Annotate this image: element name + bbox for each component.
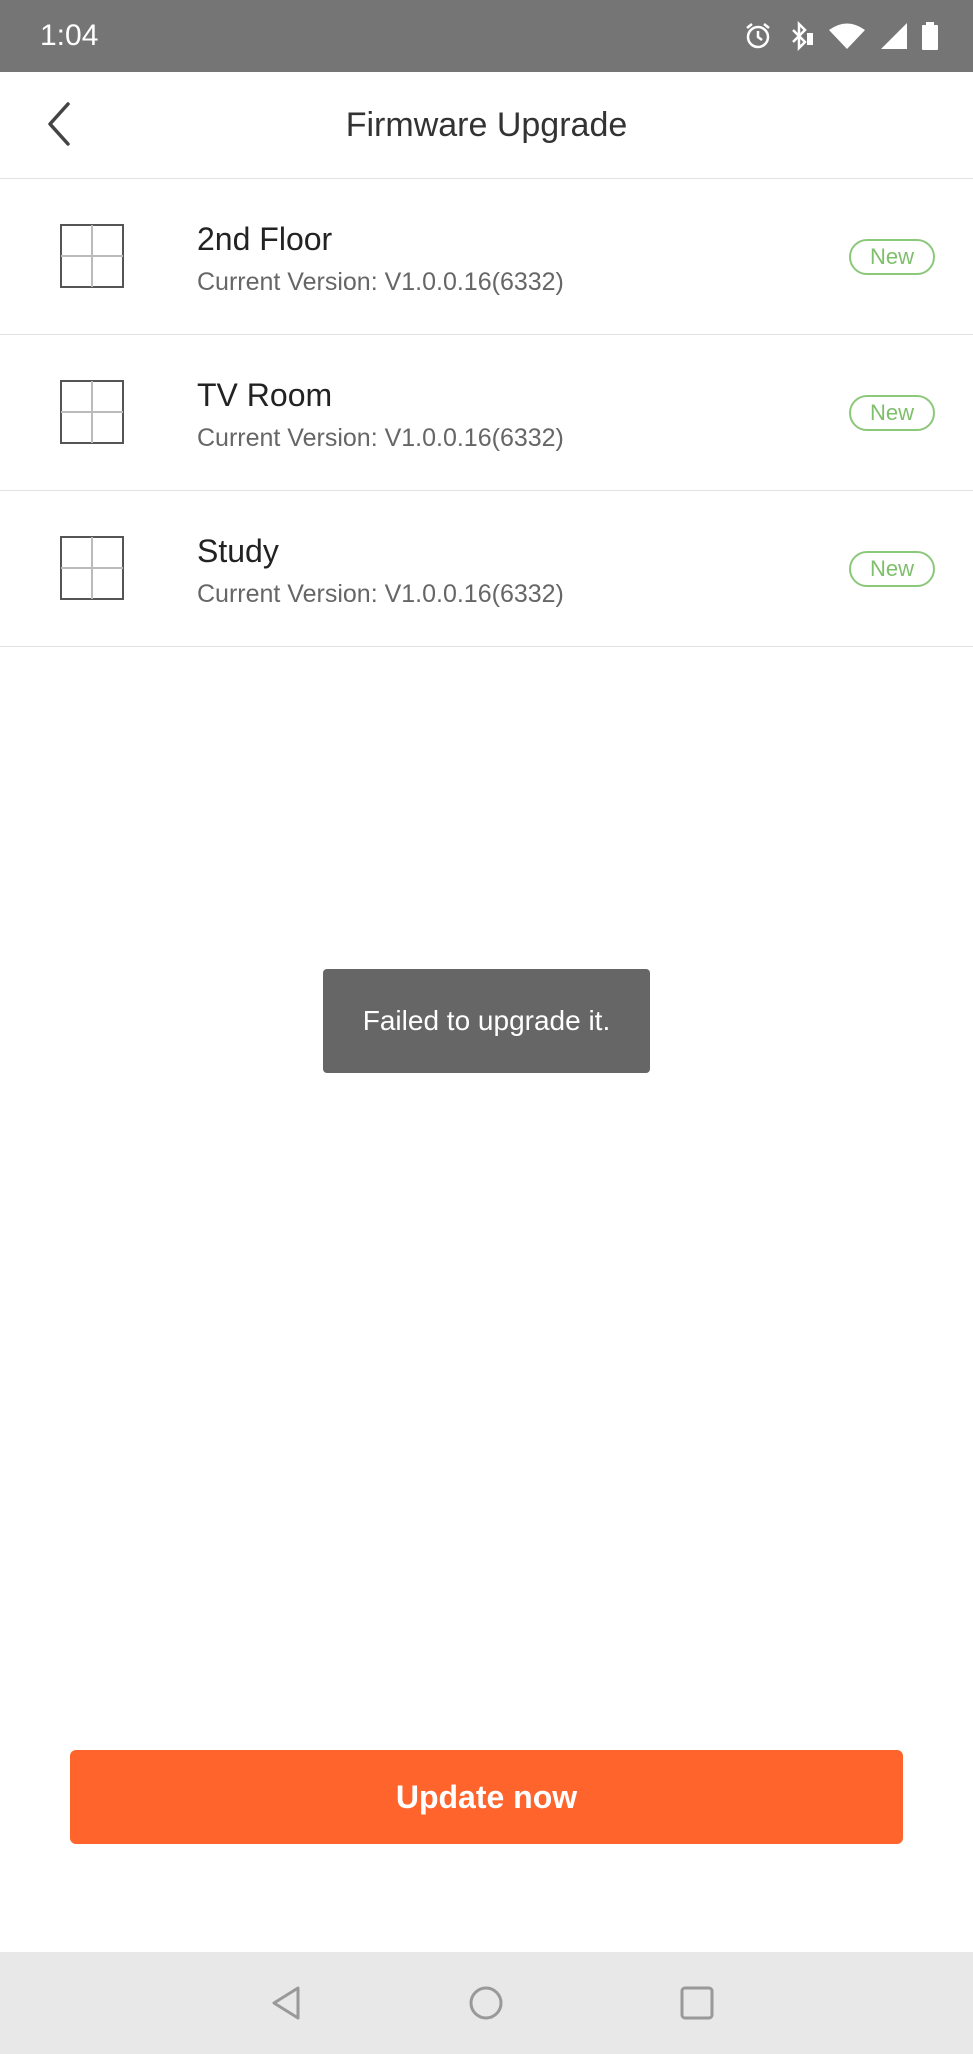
nav-back-icon[interactable] (266, 1983, 306, 2023)
error-toast: Failed to upgrade it. (323, 969, 650, 1073)
device-item-tv-room[interactable]: TV Room Current Version: V1.0.0.16(6332)… (0, 335, 973, 491)
window-grid-icon (60, 224, 124, 288)
new-badge: New (849, 395, 935, 431)
page-title: Firmware Upgrade (345, 106, 628, 144)
window-grid-icon (60, 536, 124, 600)
status-icons (743, 18, 939, 54)
device-name: TV Room (197, 377, 333, 413)
signal-icon (881, 23, 907, 49)
device-version: Current Version: V1.0.0.16(6332) (197, 424, 564, 452)
battery-icon (922, 22, 938, 50)
device-item-study[interactable]: Study Current Version: V1.0.0.16(6332) N… (0, 491, 973, 647)
app-header: Firmware Upgrade (0, 72, 973, 179)
alarm-icon (746, 23, 770, 49)
new-badge: New (849, 551, 935, 587)
device-item-2nd-floor[interactable]: 2nd Floor Current Version: V1.0.0.16(633… (0, 179, 973, 335)
device-version: Current Version: V1.0.0.16(6332) (197, 268, 564, 296)
wifi-icon (829, 23, 865, 49)
device-name: Study (197, 533, 279, 569)
bluetooth-icon (792, 21, 813, 51)
nav-recents-icon[interactable] (677, 1983, 717, 2023)
device-list: 2nd Floor Current Version: V1.0.0.16(633… (0, 179, 973, 647)
nav-home-icon[interactable] (466, 1983, 506, 2023)
navigation-bar (0, 1952, 973, 2054)
window-grid-icon (60, 380, 124, 444)
status-time: 1:04 (40, 19, 99, 52)
status-bar: 1:04 (0, 0, 973, 72)
new-badge: New (849, 239, 935, 275)
device-version: Current Version: V1.0.0.16(6332) (197, 580, 564, 608)
update-now-button[interactable]: Update now (70, 1750, 903, 1844)
device-name: 2nd Floor (197, 221, 333, 257)
